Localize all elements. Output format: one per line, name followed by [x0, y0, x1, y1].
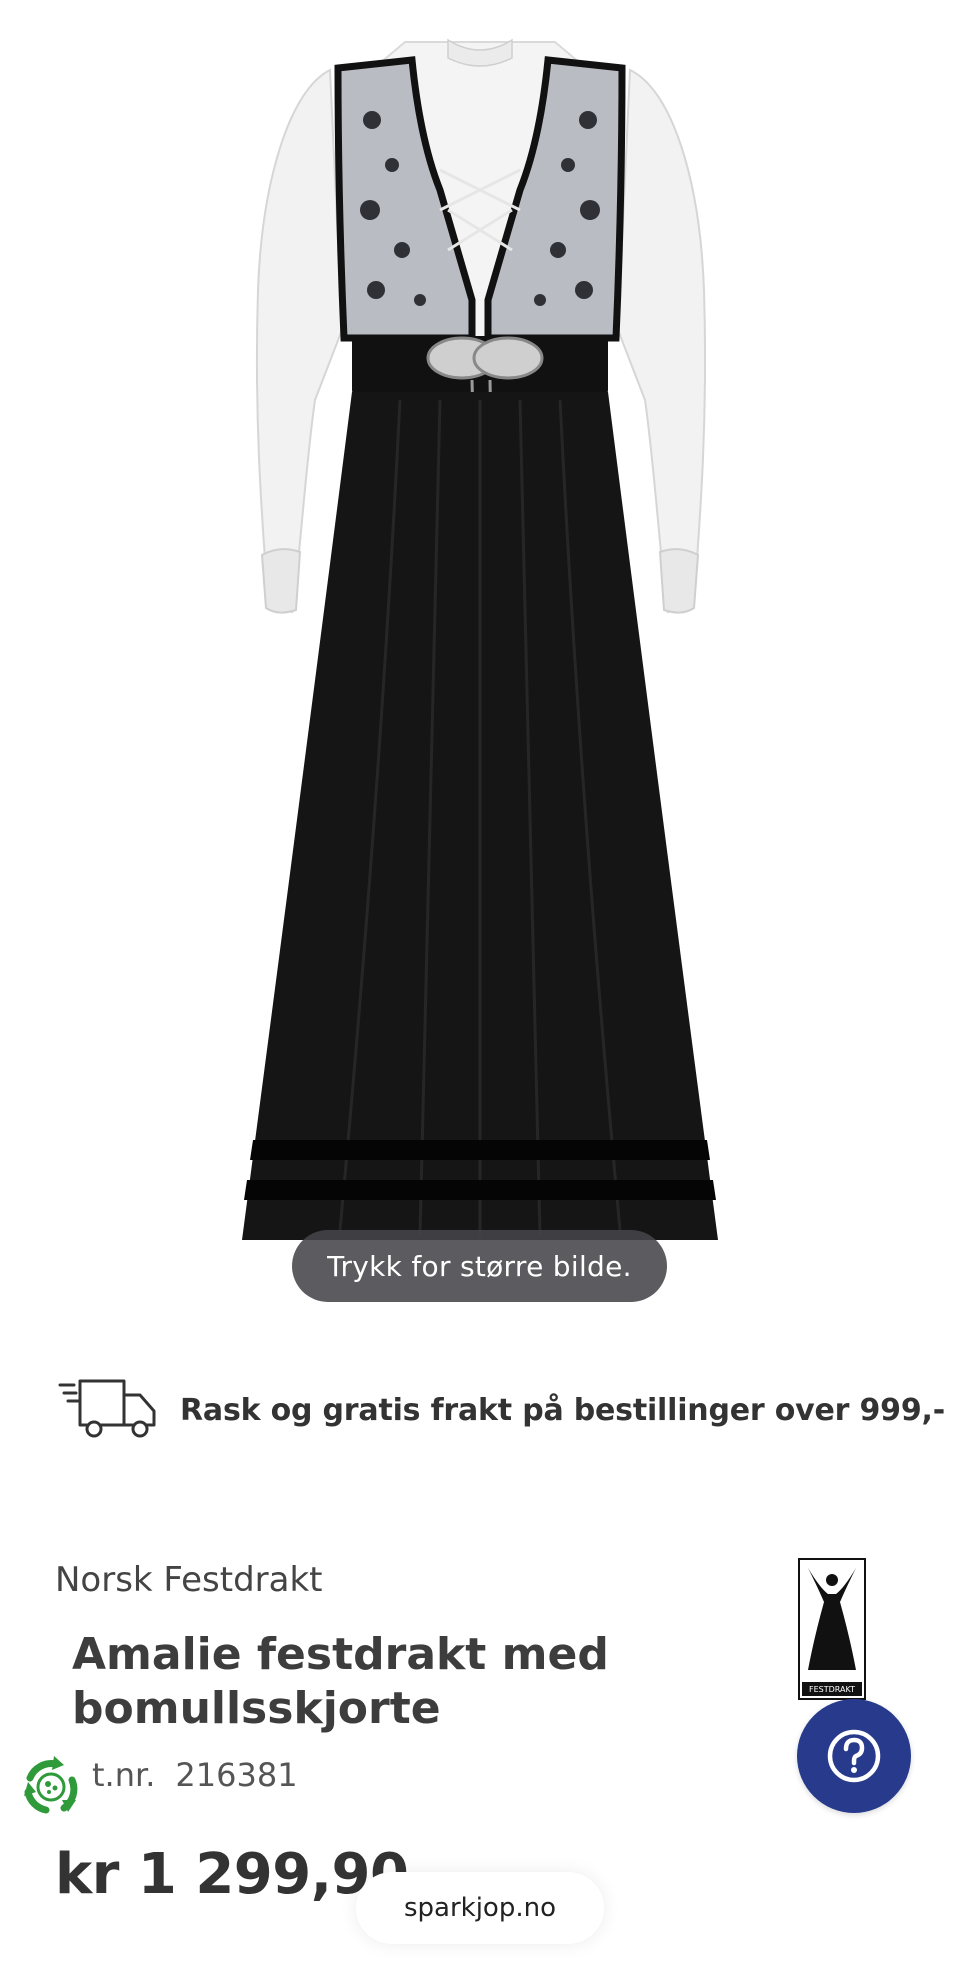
- brand-logo-caption: FESTDRAKT: [809, 1685, 855, 1694]
- shipping-text: Rask og gratis frakt på bestillinger ove…: [180, 1392, 945, 1428]
- sku-number: 216381: [175, 1756, 298, 1794]
- site-label-pill[interactable]: sparkjop.no: [356, 1872, 604, 1944]
- brand-name[interactable]: Norsk Festdrakt: [55, 1560, 323, 1600]
- question-mark-icon: [827, 1729, 881, 1783]
- price: kr 1 299,90: [55, 1842, 409, 1907]
- shipping-banner: Rask og gratis frakt på bestillinger ove…: [58, 1370, 945, 1450]
- zoom-hint[interactable]: Trykk for større bilde.: [292, 1230, 667, 1302]
- brand-logo[interactable]: FESTDRAKT: [798, 1558, 866, 1700]
- sku-label: t.nr.: [92, 1756, 156, 1794]
- product-title: Amalie festdrakt med bomullsskjorte: [72, 1629, 609, 1734]
- recycle-badge-icon[interactable]: [16, 1752, 86, 1822]
- product-image[interactable]: Trykk for større bilde.: [0, 0, 960, 1340]
- delivery-truck-icon: [58, 1379, 156, 1438]
- help-button[interactable]: [797, 1699, 911, 1813]
- sku-row: t.nr. 216381: [92, 1756, 298, 1794]
- dress-illustration: [242, 38, 718, 1240]
